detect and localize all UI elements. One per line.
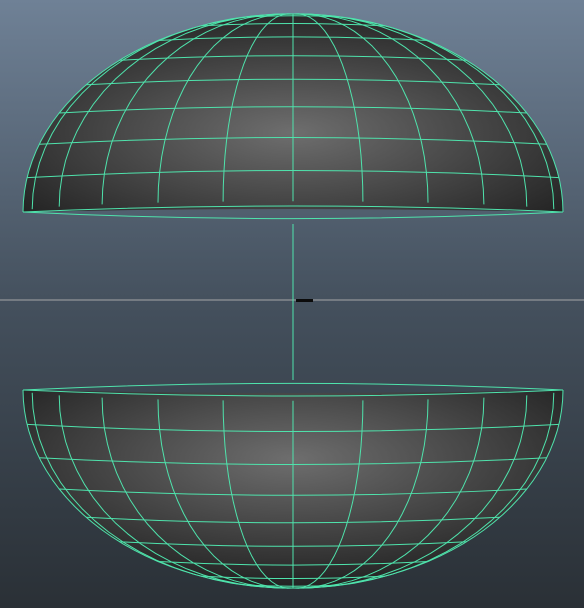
- 3d-viewport[interactable]: [0, 0, 584, 608]
- origin-marker: [296, 299, 313, 302]
- viewport-canvas[interactable]: [0, 0, 584, 608]
